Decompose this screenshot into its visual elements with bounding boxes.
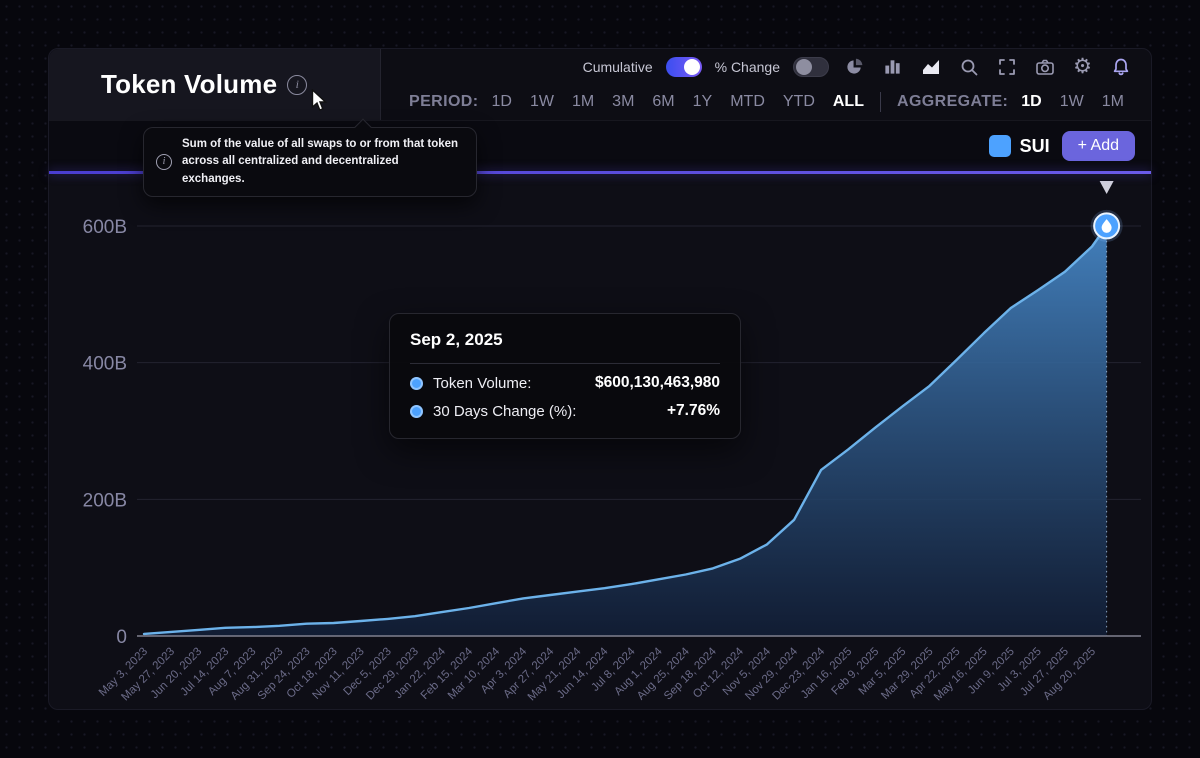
aggregate-label: AGGREGATE: <box>897 93 1008 111</box>
chart-tooltip: Sep 2, 2025 Token Volume: $600,130,463,98… <box>389 313 741 439</box>
tooltip-row-value: $600,130,463,980 <box>595 374 720 392</box>
tooltip-row-label: Token Volume: <box>433 375 531 392</box>
settings-gear-icon[interactable]: ⚙ <box>1070 54 1095 79</box>
mouse-cursor-icon <box>311 89 328 118</box>
legend-token-label: SUI <box>1020 136 1050 157</box>
page-title: Token Volume <box>101 69 277 100</box>
period-option-1y[interactable]: 1Y <box>693 93 713 111</box>
y-axis-label: 0 <box>116 627 127 648</box>
percent-change-label: % Change <box>715 59 780 75</box>
header: Token Volume i Cumulative % Change <box>49 49 1151 121</box>
tooltip-date: Sep 2, 2025 <box>410 330 720 350</box>
aggregate-option-1d[interactable]: 1D <box>1021 93 1041 111</box>
tooltip-divider <box>410 363 720 364</box>
series-dot-icon <box>410 377 423 390</box>
toggle-knob <box>796 59 812 75</box>
toggle-knob <box>684 59 700 75</box>
chart-svg: 0200B400B600BMay 3, 2023May 27, 2023Jun … <box>49 171 1153 711</box>
info-tooltip-line2: across all centralized and decentralized… <box>182 155 399 184</box>
period-option-3m[interactable]: 3M <box>612 93 634 111</box>
cumulative-label: Cumulative <box>583 59 653 75</box>
period-option-ytd[interactable]: YTD <box>783 93 815 111</box>
controls-row: Cumulative % Change <box>381 49 1151 85</box>
area-chart-icon[interactable] <box>918 54 943 79</box>
bar-chart-icon[interactable] <box>880 54 905 79</box>
percent-change-toggle[interactable] <box>793 57 829 77</box>
y-axis-label: 400B <box>83 354 127 375</box>
info-tooltip: i Sum of the value of all swaps to or fr… <box>143 127 477 197</box>
series-dot-icon <box>410 405 423 418</box>
info-icon[interactable]: i <box>287 75 307 95</box>
tooltip-row: Token Volume: $600,130,463,980 <box>410 374 720 392</box>
notifications-bell-icon[interactable] <box>1108 54 1133 79</box>
period-options: 1D 1W 1M 3M 6M 1Y MTD YTD ALL <box>491 93 864 111</box>
period-option-mtd[interactable]: MTD <box>730 93 765 111</box>
tooltip-row-label: 30 Days Change (%): <box>433 403 576 420</box>
tooltip-row-value: +7.76% <box>667 402 720 420</box>
crosshair-triangle-icon <box>1100 181 1114 194</box>
tooltip-rows: Token Volume: $600,130,463,980 30 Days Cha… <box>410 374 720 420</box>
gear-glyph: ⚙ <box>1073 56 1092 77</box>
sui-color-swatch <box>989 135 1011 157</box>
pie-chart-icon[interactable] <box>842 54 867 79</box>
info-tooltip-text: Sum of the value of all swaps to or from… <box>182 136 464 188</box>
tooltip-row: 30 Days Change (%): +7.76% <box>410 402 720 420</box>
period-option-1m[interactable]: 1M <box>572 93 594 111</box>
title-block: Token Volume i <box>49 49 381 120</box>
app-window: Token Volume i Cumulative % Change <box>48 48 1152 710</box>
y-axis-label: 600B <box>83 217 127 238</box>
header-controls: Cumulative % Change <box>381 49 1151 120</box>
period-label: PERIOD: <box>409 93 478 111</box>
period-option-1d[interactable]: 1D <box>491 93 511 111</box>
legend-item-sui[interactable]: SUI <box>989 135 1050 157</box>
add-token-button[interactable]: + Add <box>1062 131 1135 161</box>
period-row: PERIOD: 1D 1W 1M 3M 6M 1Y MTD YTD ALL AGGREGATE:… <box>381 85 1151 121</box>
volume-area-chart[interactable]: 0200B400B600BMay 3, 2023May 27, 2023Jun … <box>49 171 1153 711</box>
period-option-1w[interactable]: 1W <box>530 93 554 111</box>
aggregate-option-1m[interactable]: 1M <box>1102 93 1124 111</box>
camera-icon[interactable] <box>1032 54 1057 79</box>
search-icon[interactable] <box>956 54 981 79</box>
aggregate-option-1w[interactable]: 1W <box>1060 93 1084 111</box>
divider <box>880 92 881 112</box>
period-option-all[interactable]: ALL <box>833 93 864 111</box>
y-axis-label: 200B <box>83 490 127 511</box>
cumulative-toggle[interactable] <box>666 57 702 77</box>
period-option-6m[interactable]: 6M <box>652 93 674 111</box>
aggregate-options: 1D 1W 1M <box>1021 93 1124 111</box>
info-circle-icon: i <box>156 154 172 170</box>
info-tooltip-line1: Sum of the value of all swaps to or from… <box>182 138 458 150</box>
fullscreen-icon[interactable] <box>994 54 1019 79</box>
